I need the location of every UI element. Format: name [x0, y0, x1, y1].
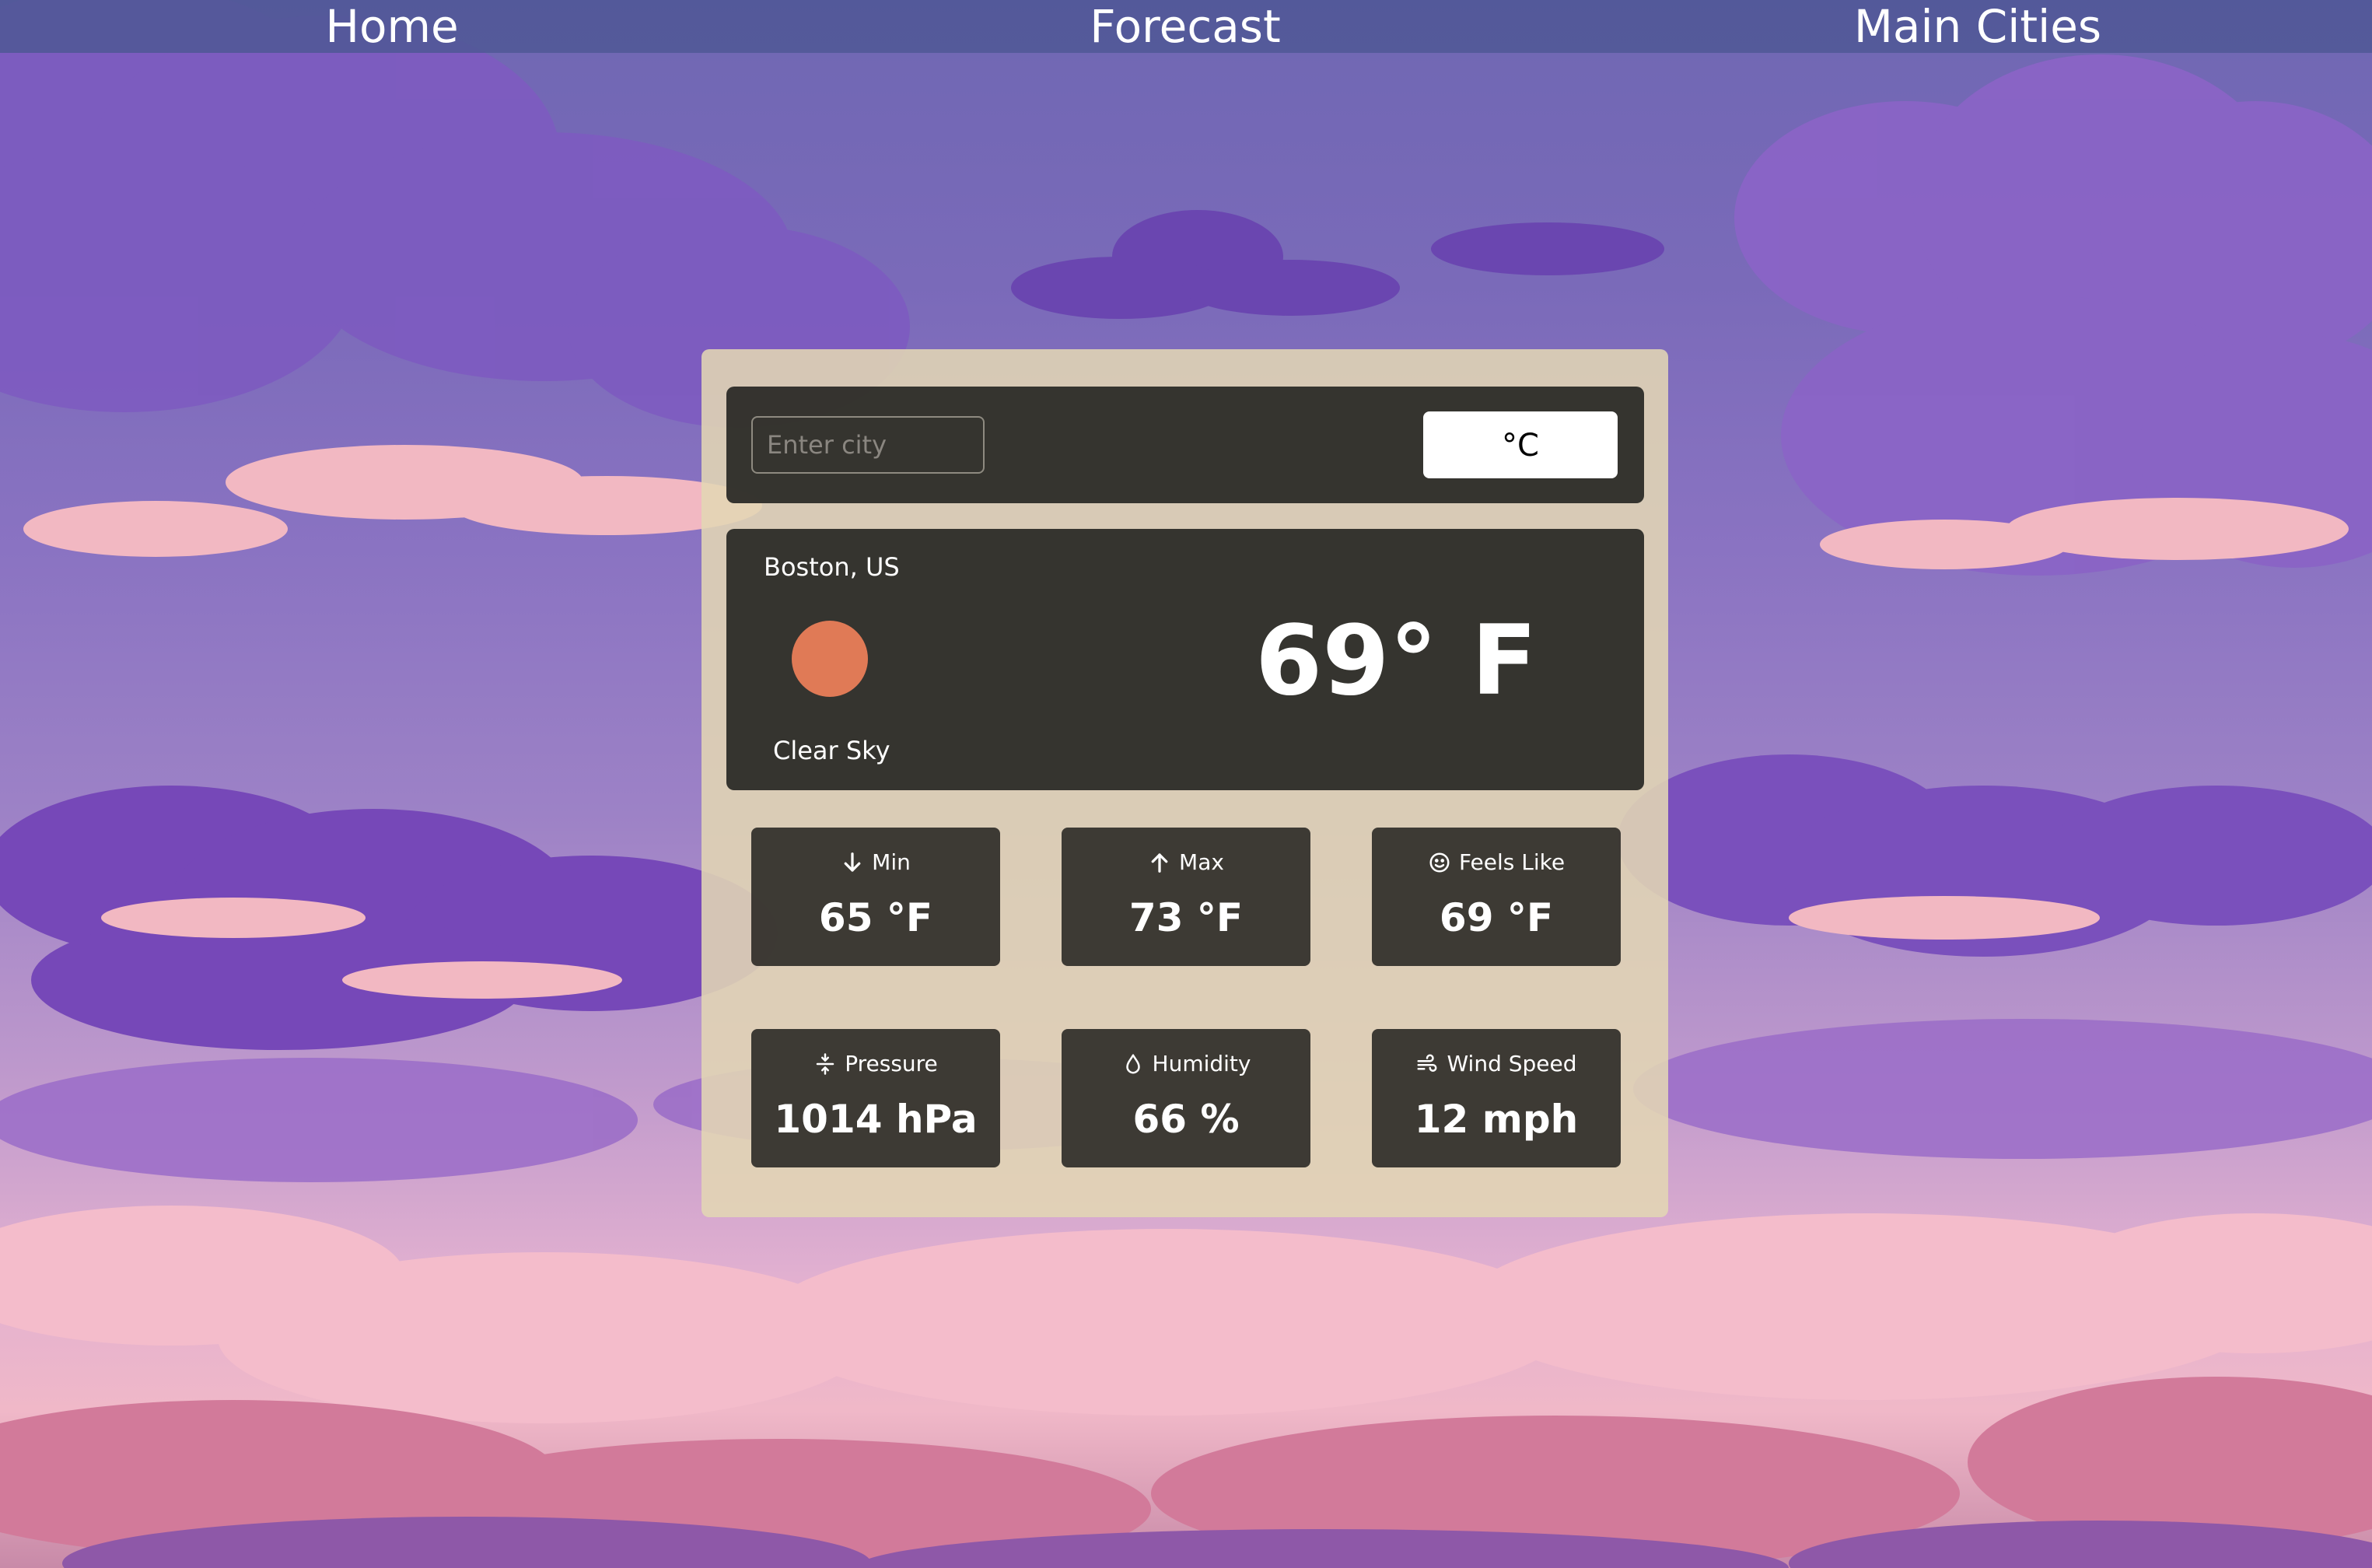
stat-label-pressure: Pressure — [845, 1051, 938, 1076]
nav-forecast-link[interactable]: Forecast — [952, 0, 1419, 58]
stat-card-pressure: Pressure 1014 hPa — [751, 1029, 1000, 1167]
search-bar: °C — [726, 387, 1644, 503]
top-navbar: Home Forecast Main Cities — [0, 0, 2372, 53]
stat-card-max: Max 73 °F — [1062, 828, 1310, 966]
stat-head-min: Min — [751, 849, 1000, 875]
cloud-mid-right-highlight — [1789, 896, 2100, 940]
stat-head-wind-speed: Wind Speed — [1372, 1051, 1621, 1076]
cloud-bottom-pink — [0, 1206, 2372, 1423]
stat-value-min: 65 °F — [818, 895, 933, 940]
cloud-top-left-highlight — [23, 445, 762, 557]
smile-icon — [1429, 852, 1450, 872]
nav-home-link[interactable]: Home — [159, 0, 625, 58]
stat-card-humidity: Humidity 66 % — [1062, 1029, 1310, 1167]
stat-head-max: Max — [1062, 849, 1310, 875]
current-temperature: 69° F — [1255, 605, 1538, 717]
arrow-up-icon — [1151, 852, 1168, 873]
sun-icon — [792, 621, 868, 697]
stat-head-pressure: Pressure — [751, 1051, 1000, 1076]
stat-card-wind-speed: Wind Speed 12 mph — [1372, 1029, 1621, 1167]
cloud-top-center — [1011, 210, 1664, 319]
stat-value-humidity: 66 % — [1132, 1097, 1240, 1142]
cloud-top-right — [1734, 54, 2372, 576]
stat-label-wind-speed: Wind Speed — [1447, 1051, 1577, 1076]
droplet-icon — [1125, 1054, 1140, 1073]
stat-card-feels-like: Feels Like 69 °F — [1372, 828, 1621, 966]
stat-label-humidity: Humidity — [1152, 1051, 1251, 1076]
stat-card-min: Min 65 °F — [751, 828, 1000, 966]
unit-toggle-button[interactable]: °C — [1423, 411, 1618, 478]
location-label: Boston, US — [764, 552, 900, 582]
stat-head-feels-like: Feels Like — [1372, 849, 1621, 875]
weather-panel: °C Boston, US Clear Sky 69° F Min 65 °F … — [701, 349, 1668, 1217]
stat-label-max: Max — [1179, 849, 1224, 875]
stat-label-min: Min — [872, 849, 911, 875]
condition-label: Clear Sky — [773, 736, 890, 765]
arrow-down-icon — [844, 852, 861, 872]
nav-main-cities-link[interactable]: Main Cities — [1744, 0, 2211, 58]
stat-label-feels-like: Feels Like — [1458, 849, 1566, 875]
current-weather-card: Boston, US Clear Sky 69° F — [726, 529, 1644, 790]
stat-head-humidity: Humidity — [1062, 1051, 1310, 1076]
stat-value-wind-speed: 12 mph — [1414, 1097, 1579, 1142]
city-search-input[interactable] — [751, 416, 985, 474]
compress-icon — [816, 1052, 834, 1075]
wind-icon — [1417, 1054, 1437, 1072]
stat-value-max: 73 °F — [1128, 895, 1244, 940]
stat-value-feels-like: 69 °F — [1439, 895, 1554, 940]
stat-value-pressure: 1014 hPa — [774, 1097, 978, 1142]
